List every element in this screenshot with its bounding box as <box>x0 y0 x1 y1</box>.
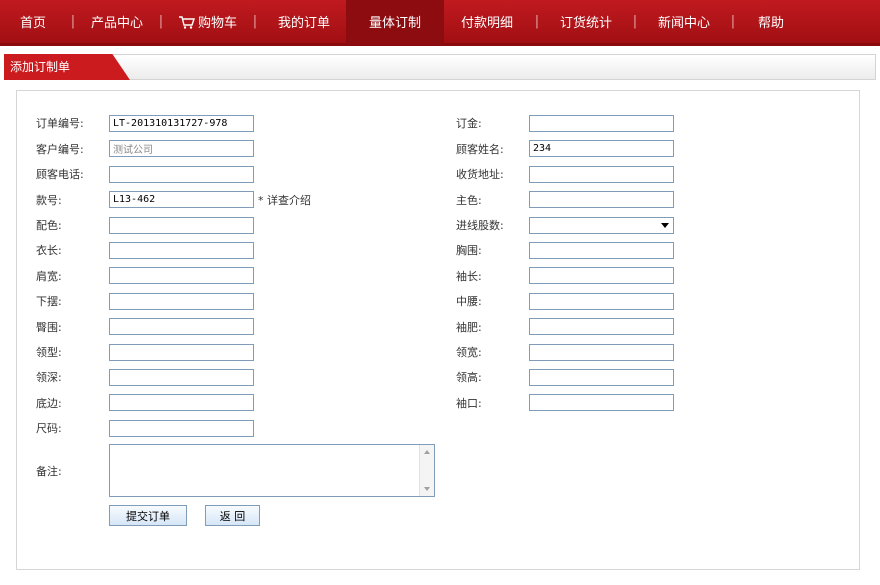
main-color-label: 主色: <box>456 194 482 207</box>
shoulder-input[interactable] <box>109 267 254 284</box>
waist-label: 中腰: <box>456 295 482 308</box>
size-label: 尺码: <box>36 422 62 435</box>
nav-payments[interactable]: 付款明细 <box>444 0 530 45</box>
length-label: 衣长: <box>36 244 62 257</box>
nav-cart[interactable]: 购物车 <box>168 0 248 45</box>
nav-payments-label: 付款明细 <box>460 16 513 31</box>
hip-label: 臀围: <box>36 321 62 334</box>
bottom-edge-input[interactable] <box>109 394 254 411</box>
cuff-input[interactable] <box>529 394 674 411</box>
nav-custom-tailoring-label: 量体订制 <box>368 16 421 31</box>
cuff-label: 袖口: <box>456 397 482 410</box>
customer-phone-input[interactable] <box>109 166 254 183</box>
nav-my-orders-label: 我的订单 <box>277 16 330 31</box>
collar-width-label: 领宽: <box>456 346 482 359</box>
top-nav: 首页 | 产品中心 | 购物车 | 我的订单 量体订制 付款明细 | 订货统计 … <box>0 0 880 46</box>
collar-depth-label: 领深: <box>36 371 62 384</box>
main-color-input[interactable] <box>529 191 674 208</box>
collar-width-input[interactable] <box>529 344 674 361</box>
address-input[interactable] <box>529 166 674 183</box>
nav-products-label: 产品中心 <box>90 16 143 31</box>
collar-depth-input[interactable] <box>109 369 254 386</box>
nav-help[interactable]: 帮助 <box>740 0 802 45</box>
hem-label: 下摆: <box>36 295 62 308</box>
accent-color-input[interactable] <box>109 217 254 234</box>
bottom-edge-label: 底边: <box>36 397 62 410</box>
deposit-label: 订金: <box>456 117 482 130</box>
nav-custom-tailoring[interactable]: 量体订制 <box>346 0 444 45</box>
sleeve-length-input[interactable] <box>529 267 674 284</box>
chevron-down-icon <box>661 223 669 228</box>
nav-products[interactable]: 产品中心 <box>80 0 154 45</box>
yarn-strands-select[interactable] <box>529 217 674 234</box>
shoulder-label: 肩宽: <box>36 270 62 283</box>
length-input[interactable] <box>109 242 254 259</box>
size-input[interactable] <box>109 420 254 437</box>
nav-separator: | <box>632 14 638 29</box>
hip-input[interactable] <box>109 318 254 335</box>
chest-input[interactable] <box>529 242 674 259</box>
section-tab-title: 添加订制单 <box>10 60 71 74</box>
submit-order-button[interactable]: 提交订单 <box>109 505 187 526</box>
collar-type-label: 领型: <box>36 346 62 359</box>
back-button[interactable]: 返 回 <box>205 505 260 526</box>
nav-separator: | <box>730 14 736 29</box>
collar-type-input[interactable] <box>109 344 254 361</box>
customer-no-input[interactable] <box>109 140 254 157</box>
remark-scrollbar[interactable] <box>419 445 434 496</box>
nav-order-stats[interactable]: 订货统计 <box>544 0 628 45</box>
nav-home[interactable]: 首页 <box>0 0 66 45</box>
nav-separator: | <box>534 14 540 29</box>
remark-textarea[interactable] <box>109 444 435 497</box>
nav-cart-label: 购物车 <box>197 16 237 31</box>
style-details-link[interactable]: * 详查介绍 <box>258 193 311 209</box>
nav-help-label: 帮助 <box>757 16 784 31</box>
section-tab-strip <box>4 54 876 80</box>
nav-order-stats-label: 订货统计 <box>559 16 612 31</box>
nav-my-orders[interactable]: 我的订单 <box>262 0 346 45</box>
sleeve-width-input[interactable] <box>529 318 674 335</box>
scroll-down-icon[interactable] <box>424 487 430 491</box>
scroll-up-icon[interactable] <box>424 450 430 454</box>
deposit-input[interactable] <box>529 115 674 132</box>
nav-separator: | <box>70 14 76 29</box>
nav-news[interactable]: 新闻中心 <box>642 0 726 45</box>
collar-height-label: 领高: <box>456 371 482 384</box>
collar-height-input[interactable] <box>529 369 674 386</box>
sleeve-width-label: 袖肥: <box>456 321 482 334</box>
chest-label: 胸围: <box>456 244 482 257</box>
nav-news-label: 新闻中心 <box>657 16 710 31</box>
waist-input[interactable] <box>529 293 674 310</box>
nav-separator: | <box>252 14 258 29</box>
cart-icon <box>178 16 195 29</box>
nav-separator: | <box>158 14 164 29</box>
accent-color-label: 配色: <box>36 219 62 232</box>
customer-name-input[interactable] <box>529 140 674 157</box>
address-label: 收货地址: <box>456 168 504 181</box>
sleeve-length-label: 袖长: <box>456 270 482 283</box>
order-no-input[interactable] <box>109 115 254 132</box>
remark-label: 备注: <box>36 465 62 478</box>
order-no-label: 订单编号: <box>36 117 84 130</box>
customer-no-label: 客户编号: <box>36 143 84 156</box>
hem-input[interactable] <box>109 293 254 310</box>
customer-name-label: 顾客姓名: <box>456 143 504 156</box>
yarn-strands-label: 进线股数: <box>456 219 504 232</box>
style-no-label: 款号: <box>36 194 62 207</box>
style-no-input[interactable] <box>109 191 254 208</box>
customer-phone-label: 顾客电话: <box>36 168 84 181</box>
nav-home-label: 首页 <box>19 16 46 31</box>
